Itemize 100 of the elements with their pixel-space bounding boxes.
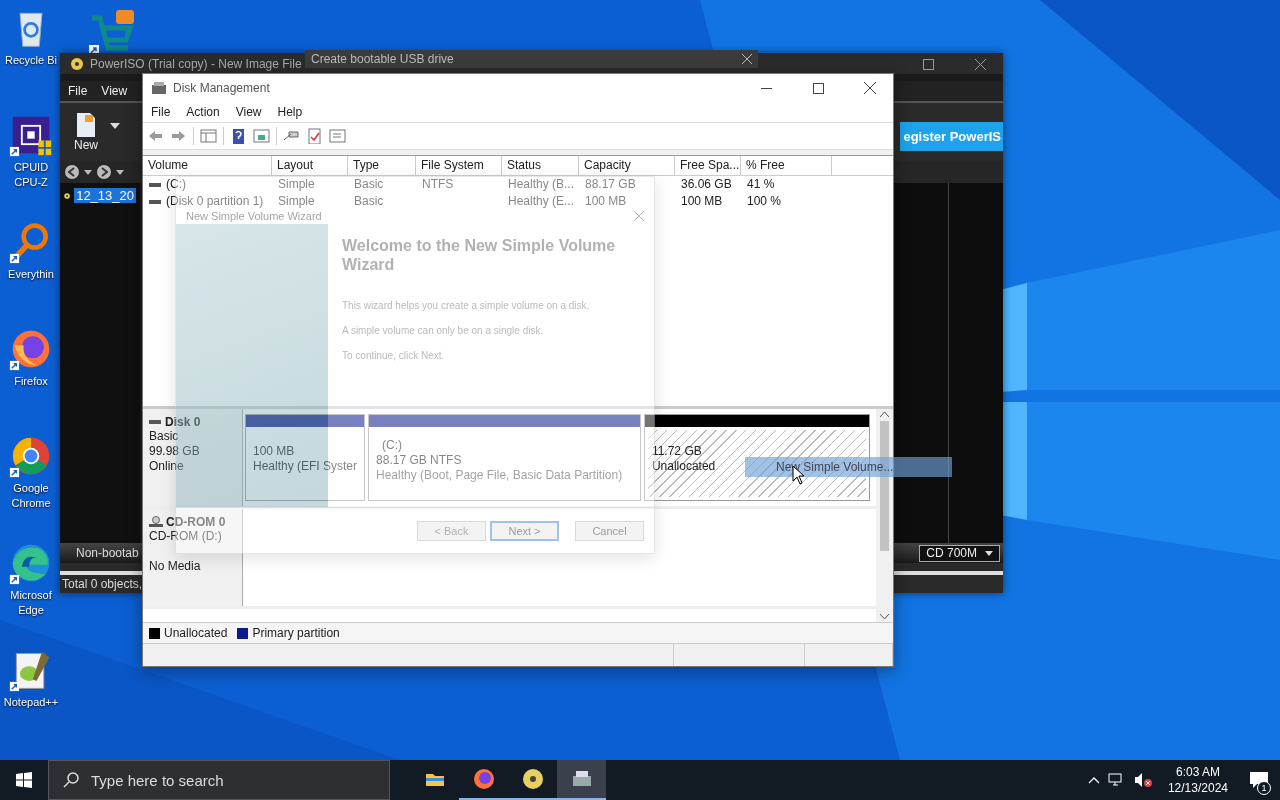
table-cell: 100 % bbox=[747, 195, 782, 208]
forward-icon[interactable] bbox=[96, 164, 112, 180]
icon-label: Chrome bbox=[11, 496, 51, 511]
chevron-up-icon[interactable] bbox=[1087, 776, 1100, 784]
icon-label: CPUID bbox=[13, 160, 49, 175]
column-header[interactable]: File System bbox=[416, 156, 502, 175]
menu-item[interactable]: View bbox=[235, 105, 262, 119]
window-title: PowerISO (Trial copy) - New Image File bbox=[90, 57, 302, 71]
menu-item[interactable]: Help bbox=[277, 105, 303, 119]
icon-label: CPU-Z bbox=[14, 175, 48, 190]
disk-info: No Media bbox=[149, 559, 202, 574]
caret-icon[interactable] bbox=[84, 169, 92, 175]
date-text: 12/13/2024 bbox=[1167, 780, 1228, 796]
disk-name: CD-ROM 0 bbox=[166, 515, 226, 529]
column-header[interactable]: Type bbox=[348, 156, 416, 175]
time-text: 6:03 AM bbox=[1175, 764, 1220, 780]
legend-label: Primary partition bbox=[252, 626, 340, 640]
help-icon[interactable] bbox=[230, 128, 247, 144]
icon-label: Notepad++ bbox=[3, 695, 59, 710]
scroll-up-icon[interactable] bbox=[880, 411, 889, 417]
partition-info: 100 MB bbox=[253, 444, 295, 459]
disk-info: Online bbox=[149, 459, 185, 474]
check-icon[interactable] bbox=[306, 128, 323, 144]
disk-name: Disk 0 bbox=[165, 415, 201, 429]
notifications-icon[interactable] bbox=[1249, 771, 1269, 789]
search-icon bbox=[63, 772, 79, 788]
properties-icon[interactable] bbox=[253, 128, 270, 144]
table-cell: 36.06 GB bbox=[681, 178, 732, 191]
menu-item[interactable]: Action bbox=[186, 105, 220, 119]
partition-info: Healthy (Boot, Page File, Basic Data Partition) bbox=[376, 468, 623, 483]
back-icon[interactable] bbox=[64, 164, 80, 180]
column-header[interactable]: % Free bbox=[741, 156, 832, 175]
disk-info: 99.98 GB bbox=[149, 444, 201, 459]
partition-info: (C:) bbox=[381, 438, 403, 453]
table-cell: Simple bbox=[278, 195, 315, 208]
table-cell: Healthy (B... bbox=[508, 178, 575, 191]
table-cell: 100 MB bbox=[585, 195, 627, 208]
firefox-icon bbox=[471, 767, 496, 791]
caret-icon[interactable] bbox=[116, 169, 124, 175]
maximize-icon[interactable] bbox=[922, 58, 934, 70]
column-header[interactable]: Free Spa... bbox=[675, 156, 741, 175]
new-file-icon bbox=[75, 112, 97, 138]
column-header[interactable]: Layout bbox=[272, 156, 348, 175]
column-header[interactable]: Volume bbox=[143, 156, 272, 175]
close-icon[interactable] bbox=[974, 58, 986, 70]
media-dropdown[interactable]: CD 700M bbox=[919, 544, 1000, 562]
disc-icon bbox=[520, 767, 545, 791]
disc-icon bbox=[70, 57, 84, 71]
caret-icon[interactable] bbox=[110, 123, 120, 129]
column-header[interactable]: Status bbox=[502, 156, 579, 175]
partition[interactable]: (C:) 88.17 GB NTFS Healthy (Boot, Page File, Basic Data Partition) bbox=[368, 414, 641, 501]
close-icon[interactable] bbox=[742, 54, 752, 64]
drive-icon bbox=[149, 418, 161, 426]
caret-icon bbox=[985, 550, 993, 556]
window-title: Create bootable USB drive bbox=[311, 52, 454, 66]
table-cell: Healthy (E... bbox=[508, 195, 575, 208]
status-text: Total 0 objects, bbox=[62, 577, 143, 591]
table-cell: 41 % bbox=[747, 178, 775, 191]
windows-start-icon[interactable] bbox=[16, 772, 32, 788]
scroll-down-icon[interactable] bbox=[880, 614, 889, 620]
wizard-heading: Welcome to the New Simple Volume Wizard bbox=[342, 236, 617, 274]
table-cell: Basic bbox=[354, 178, 384, 191]
icon-label: Everythin bbox=[8, 267, 54, 282]
maximize-icon[interactable] bbox=[812, 82, 824, 94]
window-title: Disk Management bbox=[173, 81, 270, 95]
boot-status: Non-bootab bbox=[76, 546, 139, 560]
volume-muted-icon[interactable] bbox=[1133, 772, 1152, 788]
menu-item[interactable]: View bbox=[101, 84, 128, 98]
drive-icon bbox=[149, 181, 161, 188]
console-tree-icon[interactable] bbox=[200, 128, 217, 144]
icon-label: Recycle Bi bbox=[5, 53, 57, 68]
close-icon[interactable] bbox=[864, 82, 876, 94]
legend-label: Unallocated bbox=[164, 626, 228, 640]
clock[interactable]: 6:03 AM 12/13/2024 bbox=[1167, 764, 1228, 796]
disk-info: CD-ROM (D:) bbox=[149, 529, 223, 544]
partition-info: 88.17 GB NTFS bbox=[376, 453, 462, 468]
wizard-text: To continue, click Next. bbox=[342, 350, 446, 361]
partition-info: 11.72 GB bbox=[651, 444, 702, 459]
minimize-icon[interactable] bbox=[760, 87, 772, 89]
column-header[interactable]: Capacity bbox=[579, 156, 675, 175]
drive-icon bbox=[149, 198, 161, 205]
icon-label: Microsof bbox=[10, 588, 52, 603]
partition-info: Unallocated bbox=[651, 459, 716, 474]
menu-item[interactable]: File bbox=[151, 105, 171, 119]
wizard-text: This wizard helps you create a simple volume on a disk. bbox=[342, 300, 591, 311]
menu-item[interactable]: File bbox=[68, 84, 88, 98]
window-title: New Simple Volume Wizard bbox=[186, 209, 322, 223]
notification-count: 1 bbox=[1257, 781, 1271, 795]
disk-info: Basic bbox=[149, 429, 180, 444]
search-field[interactable]: Type here to search bbox=[48, 760, 390, 800]
icon-label: Google bbox=[13, 481, 49, 496]
tree-item[interactable]: 12_13_20 bbox=[74, 188, 136, 203]
table-cell: (Disk 0 partition 1) bbox=[166, 195, 264, 208]
taskbar-app[interactable] bbox=[557, 760, 606, 800]
table-cell: 100 MB bbox=[681, 195, 723, 208]
new-button[interactable]: New bbox=[66, 110, 106, 154]
icon-label: Edge bbox=[18, 603, 44, 618]
table-cell: (C:) bbox=[166, 178, 186, 191]
table-cell: 88.17 GB bbox=[585, 178, 636, 191]
icon-label: Firefox bbox=[14, 374, 48, 389]
